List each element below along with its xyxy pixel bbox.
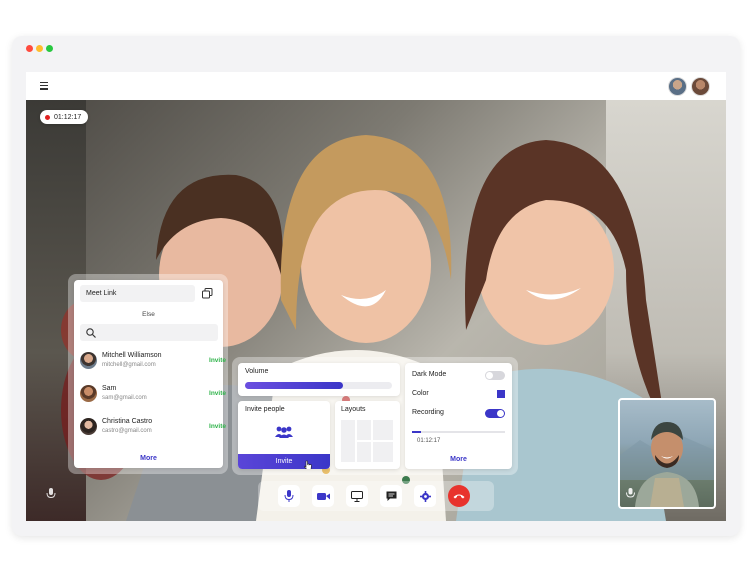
- app-window: 01:12:17 Meet Link Else Mitchell William: [26, 72, 726, 521]
- mic-button[interactable]: [278, 485, 300, 507]
- end-call-button[interactable]: [448, 485, 470, 507]
- layout-option[interactable]: [373, 442, 393, 462]
- person-email: castro@gmail.com: [102, 428, 152, 434]
- top-bar: [26, 72, 726, 101]
- invite-person-button[interactable]: Invite: [209, 390, 226, 397]
- meet-link-field[interactable]: Meet Link: [80, 285, 195, 302]
- search-icon: [86, 328, 96, 338]
- recording-dot-icon: [45, 114, 50, 120]
- invite-people-card: Invite people Invite: [238, 401, 330, 469]
- video-stage: 01:12:17 Meet Link Else Mitchell William: [26, 100, 726, 521]
- self-video-tile[interactable]: [618, 398, 716, 509]
- layout-option[interactable]: [357, 420, 371, 440]
- recording-badge: 01:12:17: [40, 110, 89, 124]
- layout-option[interactable]: [341, 420, 355, 462]
- mic-icon: [284, 490, 294, 502]
- person-name: Mitchell Williamson: [102, 352, 162, 359]
- meet-link-label: Meet Link: [86, 290, 117, 297]
- mic-icon: [626, 488, 635, 498]
- dark-mode-label: Dark Mode: [412, 371, 447, 378]
- person-email: mitchell@gmail.com: [102, 362, 156, 368]
- hamburger-menu-icon[interactable]: [40, 82, 48, 90]
- cursor-hand-icon: [304, 460, 312, 469]
- color-swatch[interactable]: [497, 390, 505, 398]
- end-call-icon: [453, 494, 465, 499]
- minimize-window-dot[interactable]: [36, 45, 43, 52]
- avatar[interactable]: [691, 77, 710, 96]
- layout-option[interactable]: [373, 420, 393, 440]
- dark-mode-toggle[interactable]: [485, 371, 505, 380]
- avatar: [80, 418, 97, 435]
- people-group-icon: [275, 426, 293, 438]
- volume-card: Volume: [238, 363, 400, 396]
- list-item: Christina Castro castro@gmail.com Invite: [80, 416, 226, 446]
- color-label: Color: [412, 390, 429, 397]
- more-button[interactable]: More: [74, 455, 223, 462]
- camera-button[interactable]: [312, 485, 334, 507]
- recording-toggle[interactable]: [485, 409, 505, 418]
- chat-button[interactable]: [380, 485, 402, 507]
- invite-people-label: Invite people: [245, 406, 285, 413]
- else-label: Else: [142, 311, 155, 318]
- person-name: Sam: [102, 385, 117, 392]
- screen-share-button[interactable]: [346, 485, 368, 507]
- invite-button[interactable]: Invite: [238, 454, 330, 469]
- list-item: Mitchell Williamson mitchell@gmail.com I…: [80, 350, 226, 380]
- settings-card: Dark Mode Color Recording 01:12:17 More: [405, 363, 512, 469]
- mic-icon: [46, 488, 56, 499]
- invite-person-button[interactable]: Invite: [209, 357, 226, 364]
- layout-option[interactable]: [357, 442, 371, 462]
- volume-label: Volume: [245, 368, 269, 375]
- copy-icon[interactable]: [202, 288, 213, 299]
- meet-link-panel: Meet Link Else Mitchell Williamson mitch…: [74, 280, 226, 468]
- layouts-label: Layouts: [341, 406, 366, 413]
- maximize-window-dot[interactable]: [46, 45, 53, 52]
- camera-icon: [316, 492, 330, 500]
- layouts-card: Layouts: [335, 401, 400, 469]
- search-input[interactable]: [80, 324, 218, 341]
- avatar[interactable]: [668, 77, 687, 96]
- more-settings-button[interactable]: More: [405, 456, 512, 463]
- volume-fill: [245, 382, 344, 389]
- settings-button[interactable]: [414, 485, 436, 507]
- list-item: Sam sam@gmail.com Invite: [80, 383, 226, 413]
- volume-slider[interactable]: [245, 382, 392, 389]
- avatar: [80, 385, 97, 402]
- close-window-dot[interactable]: [26, 45, 33, 52]
- chat-icon: [386, 491, 396, 501]
- screen-share-icon: [351, 490, 363, 502]
- call-controls-bar: [258, 481, 494, 511]
- recording-time: 01:12:17: [54, 113, 82, 121]
- avatar: [80, 352, 97, 369]
- recording-progress: [412, 431, 505, 433]
- recording-elapsed: 01:12:17: [417, 438, 441, 444]
- person-email: sam@gmail.com: [102, 395, 147, 401]
- invite-person-button[interactable]: Invite: [209, 423, 226, 430]
- recording-label: Recording: [412, 409, 444, 416]
- person-name: Christina Castro: [102, 418, 153, 425]
- gear-icon: [419, 490, 431, 502]
